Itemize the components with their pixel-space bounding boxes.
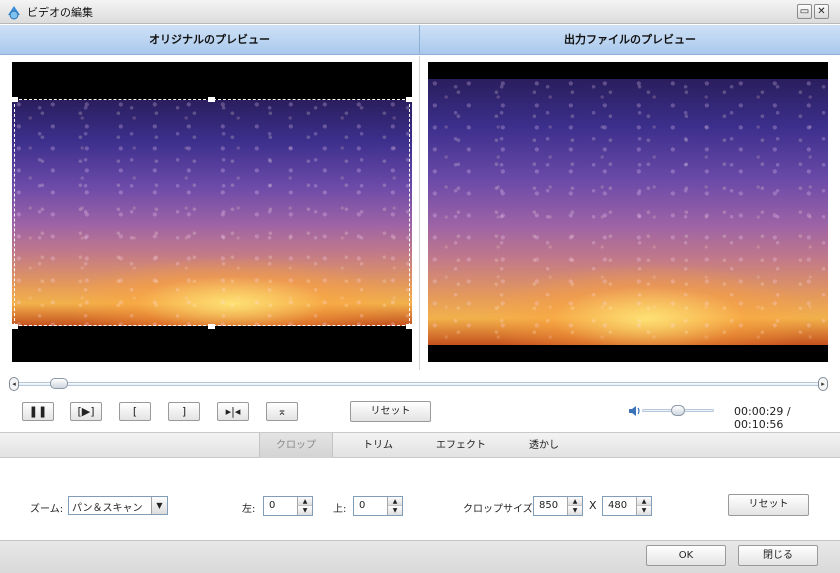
top-offset-value: 0 bbox=[359, 500, 366, 511]
crop-handle-top-right[interactable] bbox=[406, 97, 413, 102]
close-button[interactable]: 閉じる bbox=[738, 545, 818, 566]
crop-handle-top-left[interactable] bbox=[11, 97, 18, 102]
time-readout: 00:00:29 / 00:10:56 bbox=[734, 405, 840, 431]
total-time: 00:10:56 bbox=[734, 418, 784, 431]
crop-handle-bottom-left[interactable] bbox=[11, 324, 18, 329]
trim-end-marker[interactable]: ▸ bbox=[818, 377, 828, 391]
app-icon bbox=[8, 6, 20, 20]
tab-trim[interactable]: トリム bbox=[343, 433, 413, 458]
current-time: 00:00:29 bbox=[734, 405, 784, 418]
zoom-value: パン＆スキャン bbox=[72, 503, 143, 514]
volume-icon[interactable] bbox=[628, 404, 642, 418]
mark-out-button[interactable]: ] bbox=[168, 402, 200, 421]
split-button[interactable]: ▸|◂ bbox=[217, 402, 249, 421]
crop-region[interactable] bbox=[14, 99, 410, 326]
chevron-down-icon[interactable]: ▼ bbox=[151, 497, 167, 514]
top-offset-stepper[interactable]: 0 ▲ ▼ bbox=[353, 496, 403, 516]
window-title-bar: ビデオの編集 ▭ ✕ bbox=[0, 0, 840, 24]
tab-watermark[interactable]: 透かし bbox=[509, 433, 579, 458]
output-preview-frame bbox=[428, 62, 828, 362]
width-up-icon[interactable]: ▲ bbox=[568, 497, 582, 506]
tab-crop[interactable]: クロップ bbox=[259, 433, 333, 458]
width-down-icon[interactable]: ▼ bbox=[568, 506, 582, 515]
crop-handle-bottom-right[interactable] bbox=[406, 324, 413, 329]
left-down-icon[interactable]: ▼ bbox=[298, 506, 312, 515]
window-title: ビデオの編集 bbox=[27, 6, 93, 19]
size-times-label: X bbox=[589, 499, 597, 512]
original-preview-label: オリジナルのプレビュー bbox=[149, 33, 270, 46]
crop-handle-top[interactable] bbox=[208, 97, 215, 102]
zoom-label: ズーム: bbox=[30, 504, 64, 515]
mark-in-button[interactable]: [ bbox=[119, 402, 151, 421]
left-label: 左: bbox=[242, 504, 256, 515]
seek-track[interactable] bbox=[14, 382, 824, 386]
output-preview-label: 出力ファイルのプレビュー bbox=[564, 33, 696, 46]
fit-button[interactable]: ⌅ bbox=[266, 402, 298, 421]
preview-divider bbox=[419, 56, 420, 370]
pause-button[interactable]: ❚❚ bbox=[22, 402, 54, 421]
tab-bar: クロップ トリム エフェクト 透かし bbox=[0, 432, 840, 458]
crop-width-stepper[interactable]: 850 ▲ ▼ bbox=[533, 496, 583, 516]
trim-start-marker[interactable]: ◂ bbox=[9, 377, 19, 391]
preview-header: オリジナルのプレビュー 出力ファイルのプレビュー bbox=[0, 25, 840, 55]
crop-width-value: 850 bbox=[539, 500, 559, 511]
close-window-button[interactable]: ✕ bbox=[814, 4, 829, 19]
top-down-icon[interactable]: ▼ bbox=[388, 506, 402, 515]
zoom-select[interactable]: パン＆スキャン ▼ bbox=[68, 496, 168, 515]
left-up-icon[interactable]: ▲ bbox=[298, 497, 312, 506]
left-offset-stepper[interactable]: 0 ▲ ▼ bbox=[263, 496, 313, 516]
seek-thumb[interactable] bbox=[50, 378, 68, 389]
crop-size-label: クロップサイズ: bbox=[463, 504, 537, 515]
ok-button[interactable]: OK bbox=[646, 545, 726, 566]
time-separator: / bbox=[783, 405, 791, 418]
header-divider bbox=[419, 25, 420, 55]
minimize-button[interactable]: ▭ bbox=[797, 4, 812, 19]
top-label: 上: bbox=[333, 504, 347, 515]
left-offset-value: 0 bbox=[269, 500, 276, 511]
height-up-icon[interactable]: ▲ bbox=[637, 497, 651, 506]
crop-handle-bottom[interactable] bbox=[208, 324, 215, 329]
output-video-image bbox=[428, 79, 828, 345]
play-segment-button[interactable]: [▶] bbox=[70, 402, 102, 421]
top-up-icon[interactable]: ▲ bbox=[388, 497, 402, 506]
crop-height-stepper[interactable]: 480 ▲ ▼ bbox=[602, 496, 652, 516]
tab-effect[interactable]: エフェクト bbox=[424, 433, 498, 458]
volume-thumb[interactable] bbox=[671, 405, 685, 416]
height-down-icon[interactable]: ▼ bbox=[637, 506, 651, 515]
crop-reset-button[interactable]: リセット bbox=[728, 494, 809, 516]
playback-reset-button[interactable]: リセット bbox=[350, 401, 431, 422]
crop-height-value: 480 bbox=[608, 500, 628, 511]
